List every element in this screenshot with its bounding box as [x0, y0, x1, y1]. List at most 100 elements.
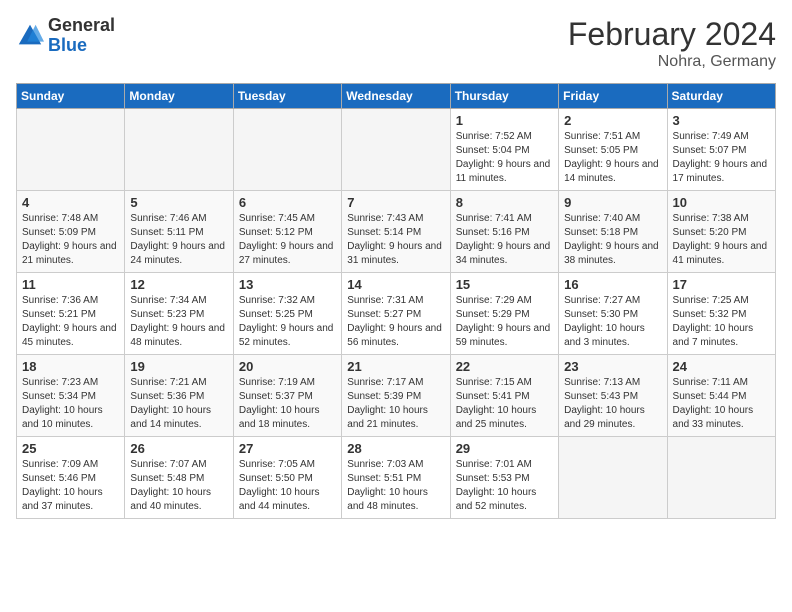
- calendar-cell: [233, 109, 341, 191]
- day-info: Sunrise: 7:03 AMSunset: 5:51 PMDaylight:…: [347, 458, 444, 514]
- calendar-cell: 17Sunrise: 7:25 AMSunset: 5:32 PMDayligh…: [667, 273, 775, 355]
- calendar-cell: 2Sunrise: 7:51 AMSunset: 5:05 PMDaylight…: [559, 109, 667, 191]
- calendar-cell: 12 Sunrise: 7:34 AMSunset: 5:23 PMDayligh…: [125, 273, 233, 355]
- day-number: 15: [456, 277, 553, 292]
- day-number: 14: [347, 277, 444, 292]
- day-number: 28: [347, 441, 444, 456]
- calendar-cell: 10Sunrise: 7:38 AMSunset: 5:20 PMDayligh…: [667, 191, 775, 273]
- day-number: 29: [456, 441, 553, 456]
- calendar-cell: 3Sunrise: 7:49 AMSunset: 5:07 PMDaylight…: [667, 109, 775, 191]
- calendar-week-row: 11 Sunrise: 7:36 AMSunset: 5:21 PMDayligh…: [17, 273, 776, 355]
- day-info: Sunrise: 7:52 AMSunset: 5:04 PMDaylight:…: [456, 130, 553, 186]
- month-title: February 2024: [568, 16, 776, 53]
- calendar-cell: 18 Sunrise: 7:23 AMSunset: 5:34 PMDayligh…: [17, 355, 125, 437]
- day-number: 7: [347, 195, 444, 210]
- calendar-cell: 28 Sunrise: 7:03 AMSunset: 5:51 PMDayligh…: [342, 437, 450, 519]
- day-number: 22: [456, 359, 553, 374]
- day-info: Sunrise: 7:31 AMSunset: 5:27 PMDaylight:…: [347, 294, 444, 350]
- calendar-cell: 14 Sunrise: 7:31 AMSunset: 5:27 PMDayligh…: [342, 273, 450, 355]
- day-number: 13: [239, 277, 336, 292]
- day-info: Sunrise: 7:07 AMSunset: 5:48 PMDaylight:…: [130, 458, 227, 514]
- day-number: 16: [564, 277, 661, 292]
- logo: General Blue: [16, 16, 115, 56]
- day-number: 12: [130, 277, 227, 292]
- calendar-week-row: 18 Sunrise: 7:23 AMSunset: 5:34 PMDayligh…: [17, 355, 776, 437]
- calendar-week-row: 25 Sunrise: 7:09 AMSunset: 5:46 PMDayligh…: [17, 437, 776, 519]
- calendar-cell: 23Sunrise: 7:13 AMSunset: 5:43 PMDayligh…: [559, 355, 667, 437]
- day-info: Sunrise: 7:13 AMSunset: 5:43 PMDaylight:…: [564, 376, 661, 432]
- calendar-cell: 9 Sunrise: 7:40 AMSunset: 5:18 PMDaylight…: [559, 191, 667, 273]
- calendar-cell: 1 Sunrise: 7:52 AMSunset: 5:04 PMDaylight…: [450, 109, 558, 191]
- day-number: 21: [347, 359, 444, 374]
- logo-general: General: [48, 15, 115, 35]
- day-info: Sunrise: 7:29 AMSunset: 5:29 PMDaylight:…: [456, 294, 553, 350]
- day-number: 6: [239, 195, 336, 210]
- weekday-header: Sunday: [17, 84, 125, 109]
- weekday-header: Monday: [125, 84, 233, 109]
- day-info: Sunrise: 7:32 AMSunset: 5:25 PMDaylight:…: [239, 294, 336, 350]
- day-number: 9: [564, 195, 661, 210]
- day-info: Sunrise: 7:21 AMSunset: 5:36 PMDaylight:…: [130, 376, 227, 432]
- logo-text: General Blue: [48, 16, 115, 56]
- weekday-header: Saturday: [667, 84, 775, 109]
- day-info: Sunrise: 7:48 AMSunset: 5:09 PMDaylight:…: [22, 212, 119, 268]
- day-info: Sunrise: 7:05 AMSunset: 5:50 PMDaylight:…: [239, 458, 336, 514]
- calendar-cell: 15 Sunrise: 7:29 AMSunset: 5:29 PMDayligh…: [450, 273, 558, 355]
- day-info: Sunrise: 7:34 AMSunset: 5:23 PMDaylight:…: [130, 294, 227, 350]
- day-number: 8: [456, 195, 553, 210]
- calendar-cell: 21 Sunrise: 7:17 AMSunset: 5:39 PMDayligh…: [342, 355, 450, 437]
- title-block: February 2024 Nohra, Germany: [568, 16, 776, 71]
- calendar-cell: 13 Sunrise: 7:32 AMSunset: 5:25 PMDayligh…: [233, 273, 341, 355]
- day-number: 5: [130, 195, 227, 210]
- day-number: 25: [22, 441, 119, 456]
- weekday-header: Tuesday: [233, 84, 341, 109]
- calendar-cell: 19 Sunrise: 7:21 AMSunset: 5:36 PMDayligh…: [125, 355, 233, 437]
- weekday-header-row: SundayMondayTuesdayWednesdayThursdayFrid…: [17, 84, 776, 109]
- day-number: 1: [456, 113, 553, 128]
- day-number: 20: [239, 359, 336, 374]
- day-info: Sunrise: 7:23 AMSunset: 5:34 PMDaylight:…: [22, 376, 119, 432]
- calendar-table: SundayMondayTuesdayWednesdayThursdayFrid…: [16, 83, 776, 519]
- day-number: 26: [130, 441, 227, 456]
- calendar-cell: [667, 437, 775, 519]
- day-info: Sunrise: 7:43 AMSunset: 5:14 PMDaylight:…: [347, 212, 444, 268]
- calendar-cell: 29 Sunrise: 7:01 AMSunset: 5:53 PMDayligh…: [450, 437, 558, 519]
- day-number: 24: [673, 359, 770, 374]
- location: Nohra, Germany: [568, 53, 776, 71]
- calendar-cell: 16 Sunrise: 7:27 AMSunset: 5:30 PMDayligh…: [559, 273, 667, 355]
- day-info: Sunrise: 7:17 AMSunset: 5:39 PMDaylight:…: [347, 376, 444, 432]
- day-number: 27: [239, 441, 336, 456]
- logo-blue: Blue: [48, 35, 87, 55]
- day-info: Sunrise: 7:36 AMSunset: 5:21 PMDaylight:…: [22, 294, 119, 350]
- day-number: 2: [564, 113, 661, 128]
- day-number: 19: [130, 359, 227, 374]
- day-info: Sunrise: 7:27 AMSunset: 5:30 PMDaylight:…: [564, 294, 661, 350]
- calendar-cell: 11 Sunrise: 7:36 AMSunset: 5:21 PMDayligh…: [17, 273, 125, 355]
- day-number: 18: [22, 359, 119, 374]
- day-info: Sunrise: 7:40 AMSunset: 5:18 PMDaylight:…: [564, 212, 661, 268]
- calendar-cell: 5Sunrise: 7:46 AMSunset: 5:11 PMDaylight…: [125, 191, 233, 273]
- calendar-cell: 26 Sunrise: 7:07 AMSunset: 5:48 PMDayligh…: [125, 437, 233, 519]
- day-info: Sunrise: 7:19 AMSunset: 5:37 PMDaylight:…: [239, 376, 336, 432]
- day-info: Sunrise: 7:15 AMSunset: 5:41 PMDaylight:…: [456, 376, 553, 432]
- day-info: Sunrise: 7:45 AMSunset: 5:12 PMDaylight:…: [239, 212, 336, 268]
- day-number: 3: [673, 113, 770, 128]
- weekday-header: Wednesday: [342, 84, 450, 109]
- day-number: 4: [22, 195, 119, 210]
- logo-icon: [16, 22, 44, 50]
- calendar-cell: 24 Sunrise: 7:11 AMSunset: 5:44 PMDayligh…: [667, 355, 775, 437]
- day-info: Sunrise: 7:38 AMSunset: 5:20 PMDaylight:…: [673, 212, 770, 268]
- calendar-cell: [342, 109, 450, 191]
- calendar-cell: 4 Sunrise: 7:48 AMSunset: 5:09 PMDaylight…: [17, 191, 125, 273]
- weekday-header: Thursday: [450, 84, 558, 109]
- calendar-cell: 6 Sunrise: 7:45 AMSunset: 5:12 PMDaylight…: [233, 191, 341, 273]
- calendar-cell: 7 Sunrise: 7:43 AMSunset: 5:14 PMDaylight…: [342, 191, 450, 273]
- day-number: 11: [22, 277, 119, 292]
- calendar-cell: 25 Sunrise: 7:09 AMSunset: 5:46 PMDayligh…: [17, 437, 125, 519]
- day-info: Sunrise: 7:01 AMSunset: 5:53 PMDaylight:…: [456, 458, 553, 514]
- day-info: Sunrise: 7:41 AMSunset: 5:16 PMDaylight:…: [456, 212, 553, 268]
- calendar-cell: [17, 109, 125, 191]
- day-info: Sunrise: 7:09 AMSunset: 5:46 PMDaylight:…: [22, 458, 119, 514]
- weekday-header: Friday: [559, 84, 667, 109]
- day-info: Sunrise: 7:11 AMSunset: 5:44 PMDaylight:…: [673, 376, 770, 432]
